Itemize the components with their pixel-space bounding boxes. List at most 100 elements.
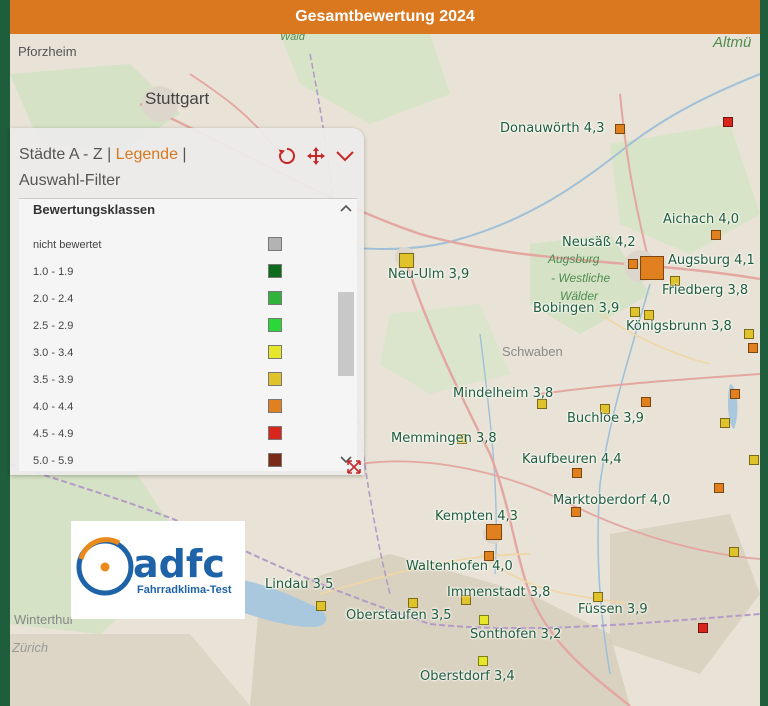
city-marker[interactable]	[615, 124, 625, 134]
city-marker[interactable]	[572, 468, 582, 478]
tab-selection-filter[interactable]: Auswahl-Filter	[19, 172, 120, 189]
city-label: Immenstadt 3,8	[447, 585, 551, 600]
city-marker[interactable]	[628, 259, 638, 269]
city-label: Waltenhofen 4,0	[406, 559, 513, 574]
resize-icon[interactable]	[346, 459, 362, 475]
place-schwaben: Schwaben	[502, 344, 563, 359]
legend-swatch	[268, 318, 282, 332]
city-marker[interactable]	[486, 524, 502, 540]
city-label: Bobingen 3,9	[533, 301, 620, 316]
city-label: Königsbrunn 3,8	[626, 319, 732, 334]
city-label: Neusäß 4,2	[562, 235, 636, 250]
legend-swatch	[268, 453, 282, 467]
legend-swatch	[268, 399, 282, 413]
city-label: Mindelheim 3,8	[453, 386, 554, 401]
place-naturpark-1: Augsburg	[548, 252, 600, 266]
city-label: Aichach 4,0	[663, 212, 740, 227]
city-label: Marktoberdorf 4,0	[553, 493, 671, 508]
city-marker[interactable]	[720, 418, 730, 428]
legend-item-label: 3.0 - 3.4	[33, 347, 74, 359]
adfc-logo: adfc Fahrradklima-Test	[71, 521, 245, 619]
city-marker[interactable]	[730, 389, 740, 399]
city-marker[interactable]	[571, 507, 581, 517]
city-marker[interactable]	[729, 547, 739, 557]
city-label: Sonthofen 3,2	[470, 627, 562, 642]
city-label: Lindau 3,5	[265, 577, 334, 592]
legend-item: 3.5 - 3.9	[33, 372, 283, 390]
city-marker[interactable]	[640, 256, 664, 280]
city-marker[interactable]	[698, 623, 708, 633]
legend-swatch	[268, 426, 282, 440]
place-pforzheim: Pforzheim	[18, 44, 77, 59]
legend-item-label: 5.0 - 5.9	[33, 455, 74, 467]
city-label: Oberstaufen 3,5	[346, 608, 452, 623]
legend-item-label: 4.0 - 4.4	[33, 401, 74, 413]
legend-item-label: 2.5 - 2.9	[33, 320, 74, 332]
city-label: Oberstdorf 3,4	[420, 669, 515, 684]
tab-separator: |	[107, 146, 112, 163]
city-marker[interactable]	[399, 253, 414, 268]
legend-swatch	[268, 264, 282, 278]
tab-cities-az[interactable]: Städte A - Z	[19, 146, 103, 163]
legend-item: 2.0 - 2.4	[33, 291, 283, 309]
legend-item: 4.5 - 4.9	[33, 426, 283, 444]
place-naturpark-2: - Westliche	[551, 271, 611, 285]
city-marker[interactable]	[630, 307, 640, 317]
city-label: Donauwörth 4,3	[500, 121, 605, 136]
legend-swatch	[268, 237, 282, 251]
city-marker[interactable]	[593, 592, 603, 602]
city-label: Augsburg 4,1	[668, 253, 755, 268]
legend-item-label: 4.5 - 4.9	[33, 428, 74, 440]
city-marker[interactable]	[478, 656, 488, 666]
city-label: Memmingen 3,8	[391, 431, 497, 446]
logo-brand: adfc	[133, 542, 225, 586]
legend-item: nicht bewertet	[33, 237, 283, 255]
tab-separator: |	[182, 146, 187, 163]
panel-tabs: Städte A - Z | Legende | Auswahl-Filter	[19, 142, 279, 194]
place-wald: Wald	[280, 34, 305, 43]
place-winterthur: Winterthur	[14, 612, 74, 627]
city-label: Buchloe 3,9	[567, 411, 644, 426]
legend-swatch	[268, 345, 282, 359]
city-marker[interactable]	[744, 329, 754, 339]
legend-swatch	[268, 291, 282, 305]
legend-item-label: 1.0 - 1.9	[33, 266, 74, 278]
legend-item: 5.0 - 5.9	[33, 453, 283, 471]
page-header: Gesamtbewertung 2024	[10, 0, 760, 34]
place-stuttgart: Stuttgart	[145, 89, 210, 108]
legend-scrollbar[interactable]	[337, 204, 355, 465]
city-label: Kempten 4,3	[435, 509, 518, 524]
legend-item: 2.5 - 2.9	[33, 318, 283, 336]
legend-item-label: 2.0 - 2.4	[33, 293, 74, 305]
move-icon[interactable]	[306, 146, 326, 166]
place-zuerich: Zürich	[12, 640, 49, 655]
city-label: Kaufbeuren 4,4	[522, 452, 622, 467]
legend-panel: Städte A - Z | Legende | Auswahl-Filter …	[10, 128, 364, 475]
city-marker[interactable]	[711, 230, 721, 240]
city-marker[interactable]	[714, 483, 724, 493]
city-label: Friedberg 3,8	[662, 283, 749, 298]
city-label: Neu-Ulm 3,9	[388, 267, 470, 282]
city-marker[interactable]	[316, 601, 326, 611]
logo-subtitle: Fahrradklima-Test	[137, 584, 232, 596]
legend-item: 1.0 - 1.9	[33, 264, 283, 282]
tab-legend[interactable]: Legende	[116, 146, 178, 163]
legend-item-label: nicht bewertet	[33, 239, 102, 251]
logo-graphic: adfc Fahrradklima-Test	[76, 537, 232, 596]
legend-box: Bewertungsklassen nicht bewertet 1.0 - 1…	[19, 198, 357, 471]
chevron-up-icon[interactable]	[337, 203, 355, 213]
city-marker[interactable]	[479, 615, 489, 625]
city-marker[interactable]	[749, 455, 759, 465]
legend-item-label: 3.5 - 3.9	[33, 374, 74, 386]
legend-title: Bewertungsklassen	[33, 202, 156, 217]
place-altmuehl: Altmü	[713, 34, 752, 51]
legend-item: 3.0 - 3.4	[33, 345, 283, 363]
legend-swatch	[268, 372, 282, 386]
chevron-down-icon[interactable]	[335, 146, 355, 166]
city-marker[interactable]	[641, 397, 651, 407]
city-marker[interactable]	[723, 117, 733, 127]
scrollbar-thumb[interactable]	[338, 291, 354, 376]
reset-icon[interactable]	[277, 146, 297, 166]
city-marker[interactable]	[408, 598, 418, 608]
city-marker[interactable]	[748, 343, 758, 353]
